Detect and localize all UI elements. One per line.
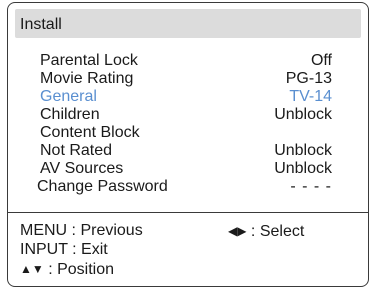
menu-item-av-sources[interactable]: AV Sources Unblock [15,160,361,178]
up-down-arrows-icon: ▲▼ [20,262,44,276]
menu-item-label: AV Sources [40,160,124,177]
menu-item-label: General [40,88,97,105]
password-mask: - - - - [290,178,332,195]
menu-item-value: TV-14 [289,88,332,105]
menu-item-label: Not Rated [40,142,113,159]
menu-item-value: Unblock [274,160,332,177]
menu-item-general[interactable]: General TV-14 [15,88,361,106]
menu-item-label: Parental Lock [40,52,138,69]
help-select-label: : Select [250,223,305,240]
help-select: ◀▶ : Select [228,222,304,241]
menu-item-content-block[interactable]: Content Block [15,124,361,142]
menu-item-label: Change Password [37,178,168,195]
menu-item-value: Off [310,52,332,69]
menu-item-label: Children [40,106,100,123]
menu-item-value: PG-13 [285,70,332,87]
divider [8,212,369,213]
menu-item-parental-lock[interactable]: Parental Lock Off [15,52,361,70]
menu-item-value: Unblock [274,106,332,123]
menu-item-value: Unblock [274,142,332,159]
menu-item-movie-rating[interactable]: Movie Rating PG-13 [15,70,361,88]
help-position-label: : Position [48,261,115,278]
help-menu-previous: MENU : Previous [20,222,143,239]
page-title: Install [20,16,62,33]
menu-item-children[interactable]: Children Unblock [15,106,361,124]
menu-list: Parental Lock Off Movie Rating PG-13 Gen… [15,38,361,212]
menu-item-label: Content Block [40,124,140,141]
help-input-exit: INPUT : Exit [20,241,108,258]
title-bar [15,9,361,38]
menu-item-change-password[interactable]: Change Password - - - - [15,178,361,196]
menu-item-not-rated[interactable]: Not Rated Unblock [15,142,361,160]
left-right-arrows-icon: ◀▶ [228,224,247,238]
menu-item-label: Movie Rating [40,70,134,87]
help-position: ▲▼ : Position [20,260,114,279]
